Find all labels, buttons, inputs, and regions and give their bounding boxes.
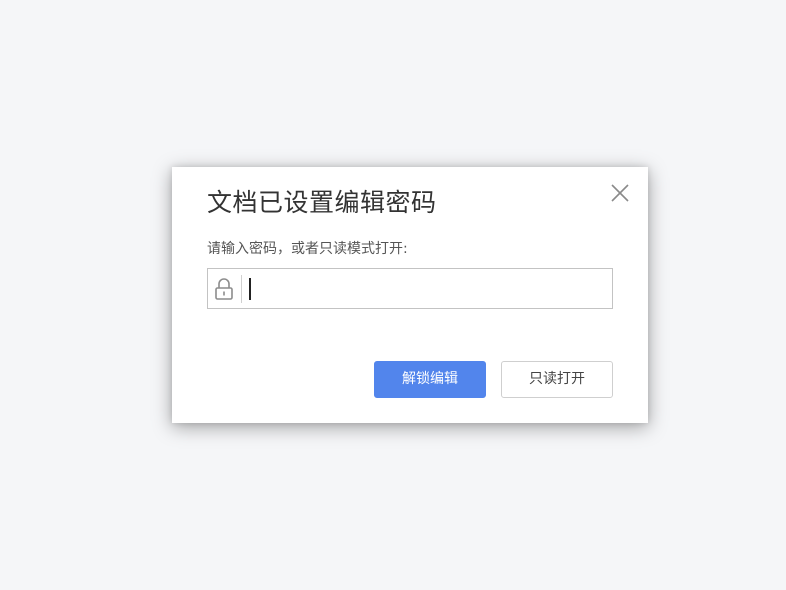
password-input[interactable] <box>246 273 606 304</box>
text-caret <box>249 278 251 300</box>
close-icon <box>611 184 629 202</box>
dialog-title: 文档已设置编辑密码 <box>207 188 437 217</box>
readonly-open-button[interactable]: 只读打开 <box>501 361 613 398</box>
unlock-edit-button[interactable]: 解锁编辑 <box>374 361 486 398</box>
password-field[interactable] <box>207 268 613 309</box>
lock-icon <box>213 277 235 301</box>
password-dialog: 文档已设置编辑密码 请输入密码，或者只读模式打开: 解锁编辑 只读打开 <box>172 167 648 423</box>
dialog-prompt: 请输入密码，或者只读模式打开: <box>207 241 408 257</box>
field-divider <box>241 275 242 303</box>
close-button[interactable] <box>610 183 630 203</box>
